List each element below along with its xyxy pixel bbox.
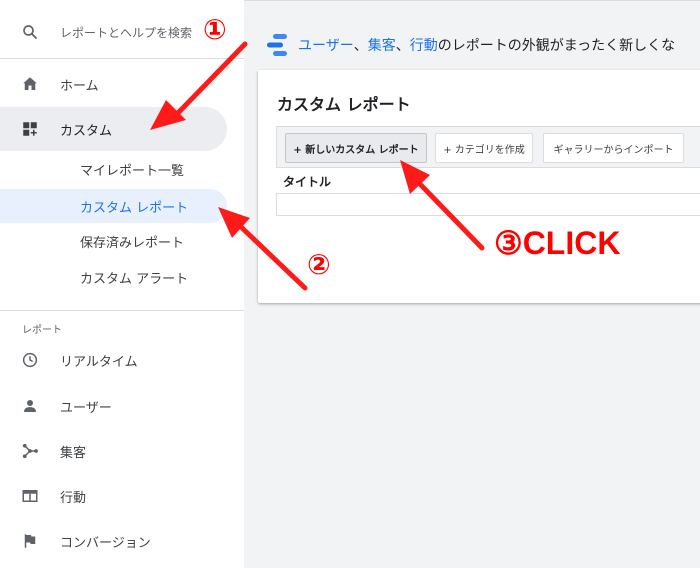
sidebar-item-realtime[interactable]: リアルタイム [0,338,244,382]
sidebar-item-label: コンバージョン [60,535,151,551]
announcement-banner: ユーザー 、 集客 、 行動 のレポートの外観がまったく新しくな [264,32,675,58]
banner-text: のレポートの外観がまったく新しくな [437,38,676,54]
sidebar-divider [0,310,244,311]
acquisition-icon [20,441,40,461]
sidebar-item-users[interactable]: ユーザー [0,384,244,428]
analytics-logo-icon [264,33,290,57]
banner-link-acquisition[interactable]: 集客 [368,35,396,55]
banner-link-users[interactable]: ユーザー [298,35,354,55]
sidebar-subitem-custom-reports[interactable]: カスタム レポート [0,189,227,223]
sidebar-item-label: ホーム [60,78,99,94]
flag-icon [20,531,40,551]
banner-separator: 、 [395,38,410,54]
sidebar-subitem-label: カスタム アラート [80,271,189,287]
sidebar-item-label: 集客 [60,445,87,461]
reports-table-body [276,194,700,216]
sidebar-item-label: 行動 [60,490,87,506]
sidebar-divider [0,58,244,59]
column-header-title: タイトル [283,175,332,189]
sidebar-item-custom[interactable]: カスタム [0,107,227,151]
sidebar-subitem-label: カスタム レポート [80,200,189,216]
behavior-icon [20,486,40,506]
search-placeholder: レポートとヘルプを検索 [60,25,193,40]
sidebar-subitem-my-reports[interactable]: マイレポート一覧 [0,152,227,186]
annotation-step-1: ① [203,13,227,46]
import-from-gallery-button[interactable]: ギャラリーからインポート [543,133,684,163]
sidebar: レポートとヘルプを検索 ホーム カスタム マイレポート一覧 カスタム レポート … [0,0,244,568]
reports-section-label: レポート [22,325,62,336]
sidebar-item-home[interactable]: ホーム [0,62,244,106]
sidebar-item-label: カスタム [60,123,113,139]
sidebar-subitem-custom-alerts[interactable]: カスタム アラート [0,260,227,294]
reports-table-header: タイトル [276,168,700,194]
sidebar-item-acquisition[interactable]: 集客 [0,429,244,473]
page-title: カスタム レポート [277,95,411,114]
sidebar-subitem-label: マイレポート一覧 [80,163,185,179]
sidebar-subitem-saved-reports[interactable]: 保存済みレポート [0,224,227,258]
banner-separator: 、 [353,38,368,54]
sidebar-item-behavior[interactable]: 行動 [0,474,244,518]
annotation-step-2: ② [307,248,331,281]
create-category-button[interactable]: + カテゴリを作成 [435,133,533,163]
clock-icon [20,350,40,370]
sidebar-item-label: ユーザー [60,400,112,416]
new-custom-report-button[interactable]: + 新しいカスタム レポート [285,133,427,163]
annotation-step-3-click: ③CLICK [494,225,621,261]
person-icon [20,396,40,416]
sidebar-item-conversions[interactable]: コンバージョン [0,519,244,563]
search-icon [20,22,40,42]
sidebar-subitem-label: 保存済みレポート [80,235,185,251]
dashboard-plus-icon [20,119,40,139]
sidebar-item-label: リアルタイム [60,354,138,370]
banner-link-behavior[interactable]: 行動 [410,35,438,55]
home-icon [20,74,40,94]
